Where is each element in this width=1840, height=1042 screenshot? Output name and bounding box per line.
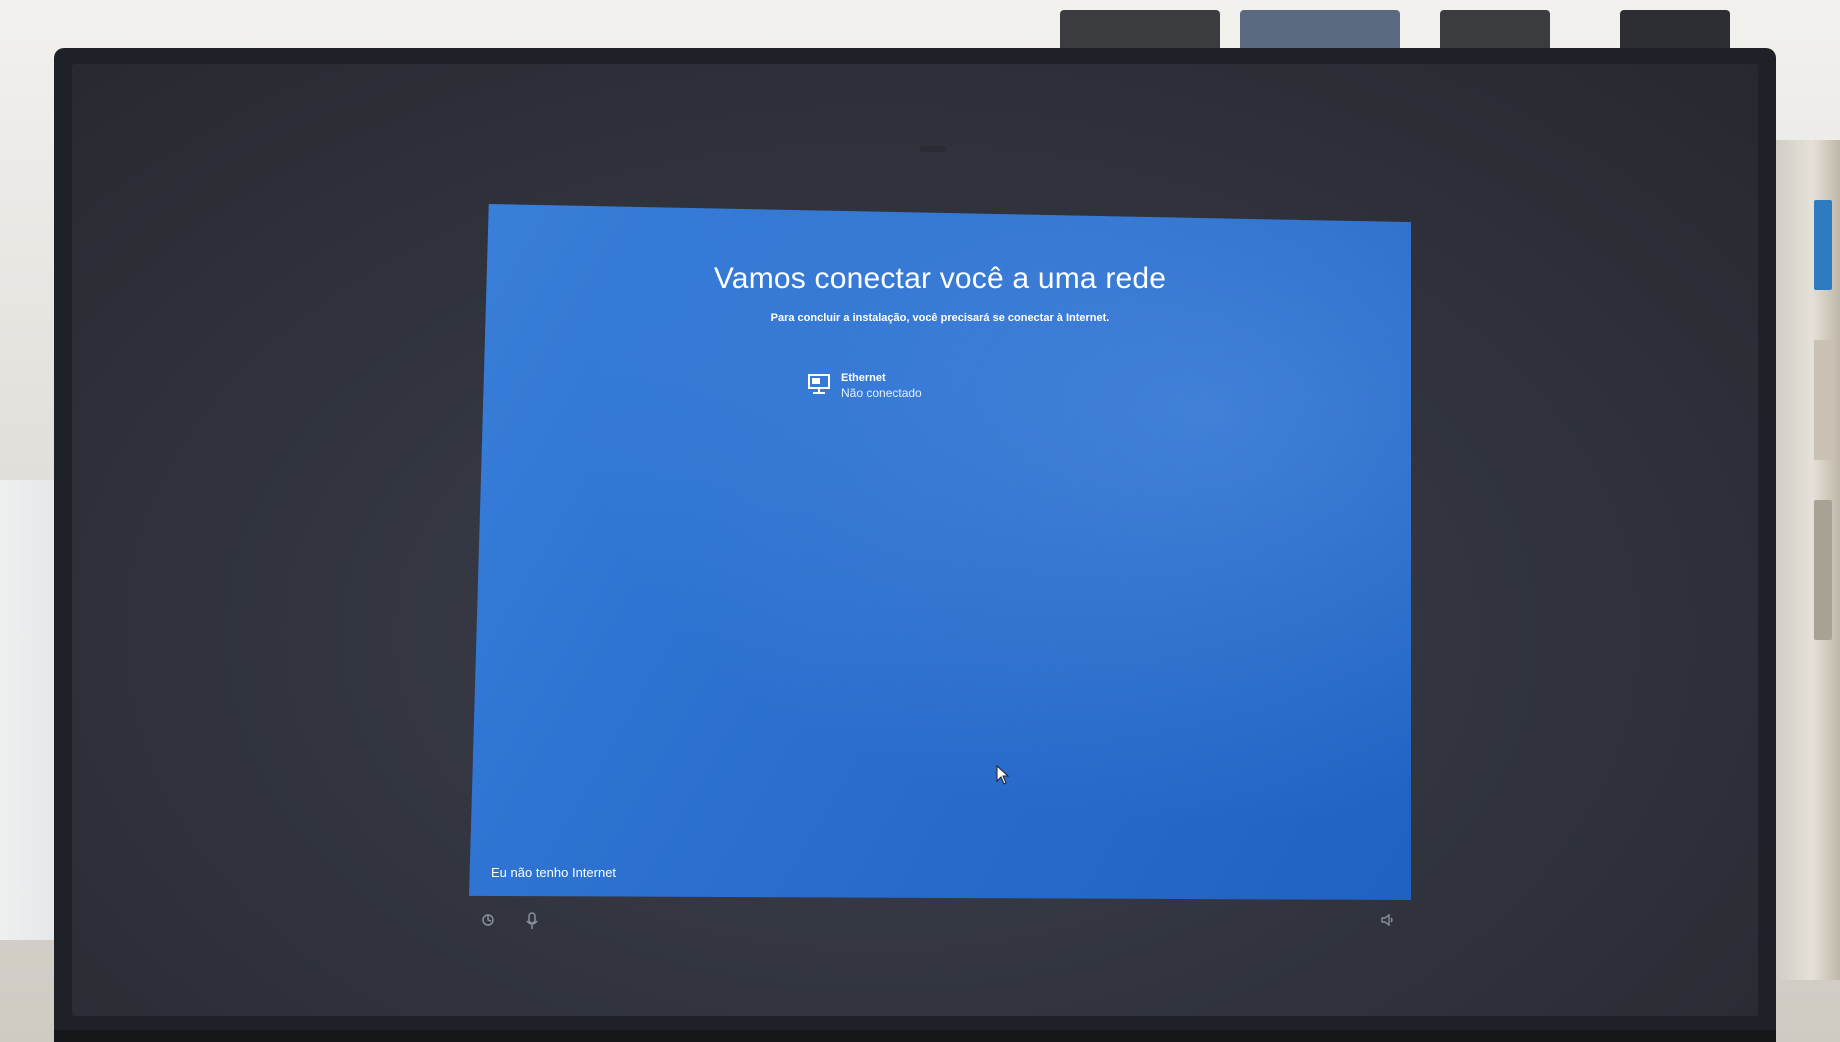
network-text: Ethernet Não conectado xyxy=(841,372,922,400)
network-item-ethernet[interactable]: Ethernet Não conectado xyxy=(807,372,977,412)
network-status: Não conectado xyxy=(841,386,922,400)
page-subtitle: Para concluir a instalação, você precisa… xyxy=(770,312,1110,324)
bookshelf xyxy=(1770,140,1840,980)
monitor-bottom-edge xyxy=(54,1030,1776,1042)
ethernet-monitor-icon xyxy=(808,374,830,394)
panel-glow xyxy=(469,204,1411,900)
oobe-network-panel: Vamos conectar você a uma rede Para conc… xyxy=(469,204,1411,900)
book xyxy=(1814,500,1832,640)
book xyxy=(1814,340,1832,460)
ease-of-access-icon[interactable] xyxy=(480,912,496,930)
page-title: Vamos conectar você a uma rede xyxy=(713,262,1167,295)
volume-icon[interactable] xyxy=(1380,912,1396,930)
webcam xyxy=(920,146,946,152)
network-name: Ethernet xyxy=(841,372,886,384)
book xyxy=(1814,200,1832,290)
no-internet-link[interactable]: Eu não tenho Internet xyxy=(491,865,616,880)
mouse-cursor-icon xyxy=(996,765,1010,785)
microphone-icon[interactable] xyxy=(524,912,540,930)
